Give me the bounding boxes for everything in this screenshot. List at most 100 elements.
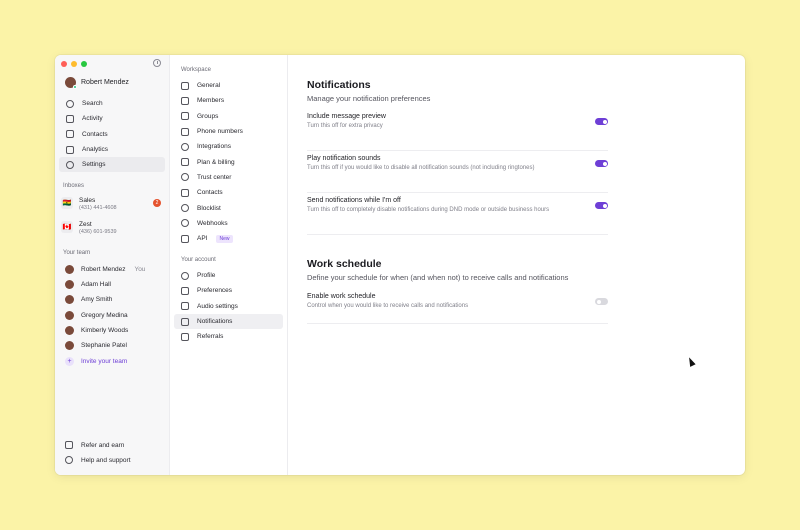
menu-phone-numbers[interactable]: Phone numbers bbox=[174, 124, 283, 139]
chart-icon bbox=[66, 145, 74, 154]
contacts-icon bbox=[66, 130, 74, 139]
menu-label: Preferences bbox=[197, 287, 233, 295]
setting-title: Send notifications while I'm off bbox=[307, 197, 401, 204]
menu-general[interactable]: General bbox=[174, 78, 283, 93]
online-status-dot bbox=[73, 85, 77, 89]
menu-label: Profile bbox=[197, 272, 216, 280]
app-sidebar: Robert Mendez Search Activity Contacts A… bbox=[55, 55, 170, 475]
setting-description: Turn this off for extra privacy bbox=[307, 123, 383, 129]
menu-referrals[interactable]: Referrals bbox=[174, 329, 283, 344]
menu-contacts[interactable]: Contacts bbox=[174, 185, 283, 200]
sliders-icon bbox=[181, 286, 189, 295]
menu-members[interactable]: Members bbox=[174, 93, 283, 108]
menu-label: Referrals bbox=[197, 333, 224, 341]
account-menu: Profile Preferences Audio settings Notif… bbox=[174, 268, 283, 344]
minimize-window-button[interactable] bbox=[71, 61, 77, 67]
setting-row-work-schedule: Enable work schedule Control when you wo… bbox=[307, 293, 608, 324]
team-member-name: Amy Smith bbox=[81, 296, 113, 303]
nav-contacts[interactable]: Contacts bbox=[59, 127, 165, 142]
setting-title: Play notification sounds bbox=[307, 155, 381, 162]
team-member-name: Gregory Medina bbox=[81, 312, 128, 319]
menu-label: API bbox=[197, 235, 208, 243]
team-member[interactable]: Robert Mendez You bbox=[65, 265, 145, 274]
you-label: You bbox=[134, 266, 146, 273]
menu-blocklist[interactable]: Blocklist bbox=[174, 200, 283, 215]
team-member-name: Stephanie Patel bbox=[81, 342, 127, 349]
menu-label: General bbox=[197, 82, 221, 90]
inbox-number: (436) 601-9539 bbox=[79, 229, 117, 235]
menu-label: Phone numbers bbox=[197, 128, 243, 136]
shield-icon bbox=[181, 173, 189, 182]
work-schedule-toggle[interactable] bbox=[595, 298, 608, 305]
plus-icon: + bbox=[65, 357, 74, 366]
avatar bbox=[65, 326, 74, 335]
close-window-button[interactable] bbox=[61, 61, 67, 67]
history-icon[interactable] bbox=[153, 59, 161, 67]
message-preview-toggle[interactable] bbox=[595, 118, 608, 125]
unread-badge: 2 bbox=[153, 199, 161, 207]
footer-label: Refer and earn bbox=[81, 441, 125, 449]
menu-profile[interactable]: Profile bbox=[174, 268, 283, 283]
inbox-number: (431) 441-4608 bbox=[79, 205, 117, 211]
setting-row-message-preview: Include message preview Turn this off fo… bbox=[307, 113, 608, 151]
workspace-heading: Workspace bbox=[181, 67, 211, 73]
speaker-icon bbox=[181, 302, 189, 311]
team-member[interactable]: Amy Smith bbox=[65, 295, 112, 304]
gear-icon bbox=[66, 160, 74, 169]
nav-analytics[interactable]: Analytics bbox=[59, 142, 165, 157]
building-icon bbox=[181, 81, 189, 90]
menu-label: Integrations bbox=[197, 143, 231, 151]
inbox-flag-icon: 🇬🇭 bbox=[61, 197, 73, 209]
setting-description: Turn this off if you would like to disab… bbox=[307, 165, 535, 171]
avatar bbox=[65, 77, 77, 89]
menu-preferences[interactable]: Preferences bbox=[174, 283, 283, 298]
help-icon bbox=[65, 456, 73, 464]
new-badge: New bbox=[216, 234, 233, 243]
notifications-subtitle: Manage your notification preferences bbox=[307, 94, 431, 103]
menu-plan-billing[interactable]: Plan & billing bbox=[174, 154, 283, 169]
menu-integrations[interactable]: Integrations bbox=[174, 139, 283, 154]
menu-audio-settings[interactable]: Audio settings bbox=[174, 299, 283, 314]
app-window: Robert Mendez Search Activity Contacts A… bbox=[55, 55, 745, 475]
menu-groups[interactable]: Groups bbox=[174, 109, 283, 124]
user-icon bbox=[181, 271, 189, 280]
menu-label: Trust center bbox=[197, 173, 232, 181]
nav-activity[interactable]: Activity bbox=[59, 111, 165, 126]
setting-title: Include message preview bbox=[307, 113, 386, 120]
menu-trust-center[interactable]: Trust center bbox=[174, 170, 283, 185]
avatar bbox=[65, 311, 74, 320]
team-member[interactable]: Kimberly Woods bbox=[65, 326, 128, 335]
menu-webhooks[interactable]: Webhooks bbox=[174, 216, 283, 231]
nav-settings[interactable]: Settings bbox=[59, 157, 165, 173]
help-and-support-link[interactable]: Help and support bbox=[65, 456, 131, 464]
team-member[interactable]: Gregory Medina bbox=[65, 311, 128, 320]
menu-label: Plan & billing bbox=[197, 158, 235, 166]
menu-api[interactable]: API New bbox=[174, 231, 283, 246]
refer-and-earn-link[interactable]: Refer and earn bbox=[65, 441, 124, 449]
menu-notifications[interactable]: Notifications bbox=[174, 313, 283, 330]
notification-sounds-toggle[interactable] bbox=[595, 160, 608, 167]
menu-label: Groups bbox=[197, 112, 219, 120]
inbox-sales[interactable]: 🇬🇭 Sales (431) 441-4608 2 bbox=[61, 197, 163, 211]
avatar bbox=[65, 265, 74, 274]
nav-search[interactable]: Search bbox=[59, 96, 165, 111]
inbox-zest[interactable]: 🇨🇦 Zest (436) 601-9539 bbox=[61, 221, 163, 235]
inbox-name: Sales bbox=[79, 197, 96, 204]
invite-team-button[interactable]: + Invite your team bbox=[65, 357, 127, 366]
current-user[interactable]: Robert Mendez bbox=[65, 77, 129, 89]
setting-row-notifications-while-off: Send notifications while I'm off Turn th… bbox=[307, 197, 608, 235]
settings-menu: Workspace General Members Groups Phone n… bbox=[170, 55, 288, 475]
menu-label: Audio settings bbox=[197, 302, 238, 310]
team-member[interactable]: Stephanie Patel bbox=[65, 341, 127, 350]
menu-label: Notifications bbox=[197, 318, 233, 326]
setting-title: Enable work schedule bbox=[307, 293, 376, 300]
team-member[interactable]: Adam Hall bbox=[65, 280, 111, 289]
menu-label: Members bbox=[197, 97, 225, 105]
credit-card-icon bbox=[181, 158, 189, 167]
maximize-window-button[interactable] bbox=[81, 61, 87, 67]
setting-row-notification-sounds: Play notification sounds Turn this off i… bbox=[307, 155, 608, 193]
block-icon bbox=[181, 204, 189, 213]
notifications-while-off-toggle[interactable] bbox=[595, 202, 608, 209]
invite-label: Invite your team bbox=[81, 358, 128, 365]
bell-icon bbox=[181, 317, 189, 326]
